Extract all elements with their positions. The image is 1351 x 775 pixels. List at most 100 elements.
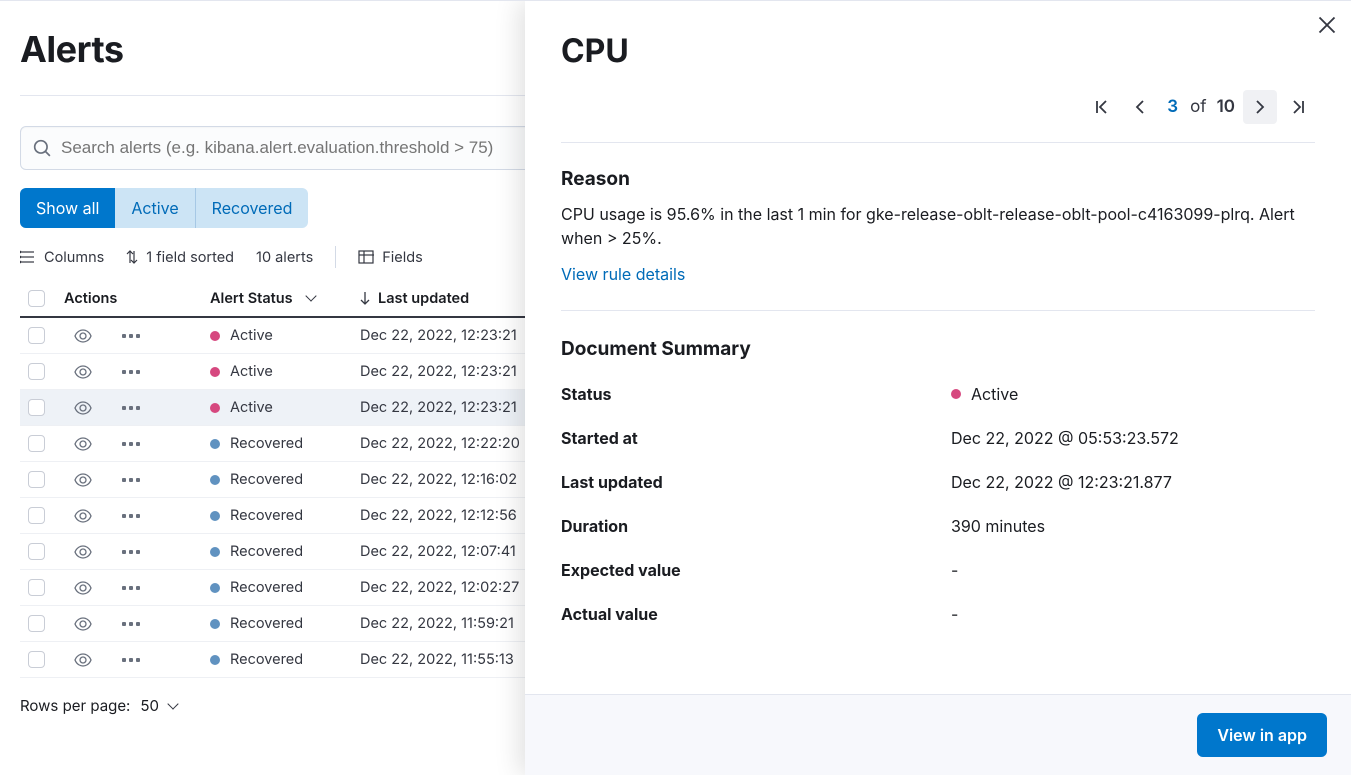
summary-started: Started at Dec 22, 2022 @ 05:53:23.572	[561, 416, 1315, 460]
row-status: Recovered	[210, 615, 360, 632]
row-actions	[62, 473, 210, 487]
columns-label: Columns	[44, 249, 104, 266]
filter-active[interactable]: Active	[115, 188, 195, 228]
view-rule-details-link[interactable]: View rule details	[561, 264, 685, 284]
sort-desc-icon	[360, 291, 370, 305]
view-icon[interactable]	[74, 653, 92, 667]
row-checkbox[interactable]	[28, 507, 45, 524]
view-icon[interactable]	[74, 545, 92, 559]
row-checkbox[interactable]	[28, 435, 45, 452]
sort-button[interactable]: 1 field sorted	[126, 249, 234, 266]
row-actions	[62, 365, 210, 379]
row-status: Active	[210, 399, 360, 416]
flyout-title: CPU	[561, 31, 1315, 70]
row-actions	[62, 329, 210, 343]
rows-label: Rows per page:	[20, 696, 130, 715]
view-icon[interactable]	[74, 401, 92, 415]
search-icon	[33, 139, 51, 157]
row-status-text: Recovered	[230, 507, 303, 524]
summary-updated-value: Dec 22, 2022 @ 12:23:21.877	[951, 472, 1315, 492]
row-checkbox[interactable]	[28, 543, 45, 560]
summary-status-text: Active	[971, 384, 1018, 404]
pager-total: 10	[1213, 97, 1239, 117]
pager-current: 3	[1161, 93, 1184, 121]
close-icon[interactable]	[1317, 15, 1337, 35]
more-actions-icon[interactable]	[122, 514, 140, 518]
row-status-text: Recovered	[230, 543, 303, 560]
row-status: Recovered	[210, 579, 360, 596]
row-checkbox[interactable]	[28, 615, 45, 632]
row-checkbox[interactable]	[28, 579, 45, 596]
row-actions	[62, 401, 210, 415]
flyout-body: Reason CPU usage is 95.6% in the last 1 …	[525, 143, 1351, 694]
more-actions-icon[interactable]	[122, 334, 140, 338]
flyout-pager: 3 of 10	[561, 90, 1315, 124]
view-icon[interactable]	[74, 437, 92, 451]
status-dot-icon	[210, 475, 220, 485]
more-actions-icon[interactable]	[122, 658, 140, 662]
row-status: Recovered	[210, 651, 360, 668]
row-checkbox[interactable]	[28, 651, 45, 668]
more-actions-icon[interactable]	[122, 406, 140, 410]
fields-icon	[358, 250, 374, 264]
row-status-text: Recovered	[230, 651, 303, 668]
pager-last[interactable]	[1281, 90, 1315, 124]
summary-status-value: Active	[951, 384, 1315, 404]
row-actions	[62, 653, 210, 667]
header-status[interactable]: Alert Status	[210, 290, 360, 307]
sort-label: 1 field sorted	[146, 249, 234, 266]
toolbar-separator	[335, 246, 336, 268]
view-icon[interactable]	[74, 617, 92, 631]
more-actions-icon[interactable]	[122, 370, 140, 374]
more-actions-icon[interactable]	[122, 550, 140, 554]
summary-updated-label: Last updated	[561, 472, 951, 492]
row-checkbox[interactable]	[28, 327, 45, 344]
more-actions-icon[interactable]	[122, 622, 140, 626]
row-status-text: Recovered	[230, 435, 303, 452]
fields-button[interactable]: Fields	[358, 249, 423, 266]
row-status-text: Recovered	[230, 615, 303, 632]
row-actions	[62, 581, 210, 595]
columns-icon	[20, 250, 36, 264]
more-actions-icon[interactable]	[122, 478, 140, 482]
summary-actual-value: -	[951, 604, 1315, 624]
status-dot-icon	[210, 367, 220, 377]
row-status-text: Active	[230, 363, 273, 380]
row-checkbox[interactable]	[28, 363, 45, 380]
more-actions-icon[interactable]	[122, 442, 140, 446]
row-checkbox[interactable]	[28, 399, 45, 416]
status-dot-icon	[210, 439, 220, 449]
filter-recovered[interactable]: Recovered	[196, 188, 309, 228]
row-status-text: Active	[230, 399, 273, 416]
app-root: { "page": { "title": "Alerts" }, "search…	[0, 0, 1351, 775]
summary-expected-label: Expected value	[561, 560, 951, 580]
status-dot-icon	[210, 331, 220, 341]
view-icon[interactable]	[74, 365, 92, 379]
status-dot-icon	[210, 547, 220, 557]
summary-actual-label: Actual value	[561, 604, 951, 624]
status-dot-icon	[210, 583, 220, 593]
row-checkbox[interactable]	[28, 471, 45, 488]
row-status: Recovered	[210, 435, 360, 452]
view-in-app-button[interactable]: View in app	[1197, 713, 1327, 757]
more-actions-icon[interactable]	[122, 586, 140, 590]
view-icon[interactable]	[74, 509, 92, 523]
status-dot-icon	[210, 619, 220, 629]
filter-show-all[interactable]: Show all	[20, 188, 115, 228]
summary-actual: Actual value -	[561, 592, 1315, 636]
view-icon[interactable]	[74, 329, 92, 343]
pager-next[interactable]	[1243, 90, 1277, 124]
view-icon[interactable]	[74, 581, 92, 595]
view-icon[interactable]	[74, 473, 92, 487]
row-status-text: Recovered	[230, 471, 303, 488]
summary-expected: Expected value -	[561, 548, 1315, 592]
pager-prev[interactable]	[1123, 90, 1157, 124]
pager-first[interactable]	[1085, 90, 1119, 124]
select-all-checkbox[interactable]	[28, 290, 45, 307]
header-actions[interactable]: Actions	[62, 290, 210, 307]
summary-started-value: Dec 22, 2022 @ 05:53:23.572	[951, 428, 1315, 448]
columns-button[interactable]: Columns	[20, 249, 104, 266]
flyout-footer: View in app	[525, 694, 1351, 775]
summary-duration: Duration 390 minutes	[561, 504, 1315, 548]
row-actions	[62, 509, 210, 523]
